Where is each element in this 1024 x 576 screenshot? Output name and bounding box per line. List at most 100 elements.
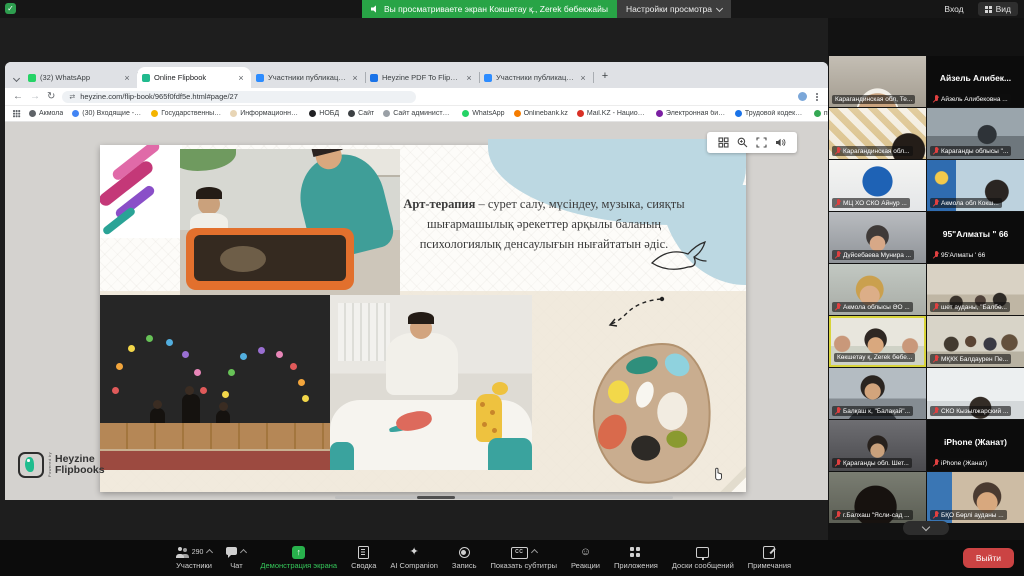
bookmark-label: Акмола	[39, 110, 63, 117]
view-button[interactable]: Вид	[978, 2, 1018, 16]
back-icon[interactable]: ←	[13, 88, 23, 105]
toolbar-button[interactable]: Доски сообщений	[665, 540, 741, 576]
participant-tile[interactable]: МЦ ХО СКО Айнур ...	[829, 160, 926, 211]
toolbar-center-group: 290 Участники Чат	[169, 540, 798, 576]
participant-tile[interactable]: Акмола обл Кокш...	[927, 160, 1024, 211]
participant-center-name: iPhone (Жанат)	[927, 420, 1024, 463]
horizontal-scrollbar[interactable]	[335, 496, 673, 499]
participant-name: Карагандинская обл...	[843, 148, 910, 155]
chevron-up-icon[interactable]	[531, 549, 538, 556]
participant-tile[interactable]: Айзель Алибек... Айзель Алибековна ...	[927, 56, 1024, 107]
tab-close-icon[interactable]	[236, 73, 246, 83]
toolbar-icon	[459, 547, 470, 558]
screen-share-banner-cluster: Вы просматриваете экран Кокшетау қ., Zer…	[362, 0, 731, 18]
toolbar-icon	[511, 547, 528, 559]
participant-tile[interactable]: iPhone (Жанат) iPhone (Жанат)	[927, 420, 1024, 471]
toolbar-icon	[358, 546, 369, 559]
toolbar-button[interactable]: Демонстрация экрана	[253, 540, 344, 576]
chevron-up-icon[interactable]	[240, 549, 247, 556]
bookmark-item[interactable]: Трудовой кодекс К...	[735, 110, 805, 117]
toolbar-button[interactable]: Реакции	[564, 540, 607, 576]
tab-favicon	[28, 74, 36, 82]
tab-close-icon[interactable]	[464, 73, 474, 83]
browser-tab[interactable]: Online Flipbook	[137, 67, 251, 88]
browser-menu-icon[interactable]	[816, 96, 818, 98]
leave-meeting-button[interactable]: Выйти	[963, 548, 1014, 568]
new-tab-button[interactable]	[597, 69, 613, 85]
bookmark-item[interactable]: Сайт	[348, 110, 374, 117]
view-settings-button[interactable]: Настройки просмотра	[617, 0, 731, 18]
participant-tile[interactable]: г.Балхаш "Ясли-сад ...	[829, 472, 926, 523]
participant-tile[interactable]: БҚО Бөрлі ауданы ...	[927, 472, 1024, 523]
bookmark-item[interactable]: Информационная к...	[230, 110, 300, 117]
sound-icon[interactable]	[775, 137, 786, 148]
tab-search-chevron-icon[interactable]	[9, 68, 23, 88]
zoom-shield-icon: ✓	[5, 3, 16, 14]
toolbar-button[interactable]: Запись	[445, 540, 484, 576]
participant-tile[interactable]: Карагандинская обл, Те...	[829, 56, 926, 107]
login-button[interactable]: Вход	[938, 2, 969, 16]
bookmark-item[interactable]: Государственные з...	[151, 110, 221, 117]
profile-avatar[interactable]	[798, 92, 807, 101]
participant-tile[interactable]: 95"Алматы " 66 95'Алматы ' 66	[927, 212, 1024, 263]
participant-tile[interactable]: Қараганды обл. Шет...	[829, 420, 926, 471]
toolbar-button[interactable]: Примечания	[741, 540, 798, 576]
browser-tab[interactable]: Участники публикации - Zoom	[251, 67, 365, 88]
browser-tab[interactable]: Участники публикации - Zoom	[479, 67, 593, 88]
bookmark-item[interactable]: WhatsApp	[462, 110, 504, 117]
chevron-up-icon[interactable]	[206, 549, 213, 556]
fullscreen-icon[interactable]	[756, 137, 767, 148]
participant-tile[interactable]: Карагандинская обл...	[829, 108, 926, 159]
bookmark-item[interactable]: Сайт администрир...	[383, 110, 453, 117]
toolbar-icon	[176, 547, 189, 558]
browser-tab[interactable]: (32) WhatsApp	[23, 67, 137, 88]
participant-tile[interactable]: Балқаш к, "Балақай"...	[829, 368, 926, 419]
participant-tile[interactable]: Дүйсебаева Мунира ...	[829, 212, 926, 263]
flipbook-page[interactable]: Арт-терапия – сурет салу, мүсіндеу, музы…	[100, 145, 746, 492]
bookmark-item[interactable]: Электронная бирж...	[656, 110, 726, 117]
participant-tile[interactable]: шет ауданы, "Балбө...	[927, 264, 1024, 315]
reload-icon[interactable]: ↻	[47, 88, 55, 105]
tab-title: Участники публикации - Zoom	[268, 73, 346, 82]
participant-name: Айзель Алибековна ...	[941, 96, 1008, 103]
bookmark-favicon	[735, 110, 742, 117]
tab-close-icon[interactable]	[350, 73, 360, 83]
bookmark-item[interactable]: (30) Входящие - По...	[72, 110, 142, 117]
zoom-in-icon[interactable]	[737, 137, 748, 148]
participant-tile[interactable]: МҚКК Балдаурен Пе...	[927, 316, 1024, 367]
bookmark-item[interactable]: Onlinebank.kz	[514, 110, 568, 117]
bookmark-favicon	[814, 110, 821, 117]
site-settings-icon[interactable]	[69, 93, 75, 101]
bookmark-item[interactable]: Mail.KZ - Национал...	[577, 110, 647, 117]
mic-muted-icon	[933, 355, 939, 363]
toolbar-button[interactable]: Сводка	[344, 540, 383, 576]
toolbar-button[interactable]: Показать субтитры	[484, 540, 564, 576]
toolbar-label: AI Companion	[390, 561, 438, 570]
toolbar-button[interactable]: 290 Участники	[169, 540, 220, 576]
participant-tile[interactable]: Акмола облысы ӘО ...	[829, 264, 926, 315]
browser-navbar: ← → ↻ heyzine.com/flip-book/965f0fdf5e.h…	[5, 88, 828, 106]
bookmark-item[interactable]: НОБД	[309, 110, 339, 117]
dashed-arrow-doodle-icon	[605, 293, 667, 333]
bookmark-item[interactable]: Акмола	[29, 110, 63, 117]
heyzine-logo[interactable]: Powered by Heyzine Flipbooks	[18, 452, 105, 478]
toolbar-button[interactable]: Приложения	[607, 540, 665, 576]
mic-muted-icon	[835, 147, 841, 155]
pages-grid-icon[interactable]	[718, 137, 729, 148]
bookmark-item[interactable]: переводчик рус ка...	[814, 110, 828, 117]
participant-tile[interactable]: Көкшетау қ, Zerek бөбе...	[829, 316, 926, 367]
toolbar-button[interactable]: AI Companion	[383, 540, 445, 576]
browser-tab[interactable]: Heyzine PDF To Flipbook - Onl	[365, 67, 479, 88]
scrollbar-thumb[interactable]	[417, 496, 455, 499]
tab-close-icon[interactable]	[578, 73, 588, 83]
participant-tile[interactable]: Караганды облысы "...	[927, 108, 1024, 159]
url-bar[interactable]: heyzine.com/flip-book/965f0fdf5e.html#pa…	[62, 91, 416, 103]
view-button-label: Вид	[996, 4, 1011, 14]
url-text: heyzine.com/flip-book/965f0fdf5e.html#pa…	[80, 92, 238, 101]
scroll-participants-down-button[interactable]	[903, 521, 949, 535]
forward-icon[interactable]: →	[30, 88, 40, 105]
tab-close-icon[interactable]	[122, 73, 132, 83]
bookmarks-apps-icon[interactable]	[13, 110, 20, 117]
toolbar-button[interactable]: Чат	[219, 540, 253, 576]
participant-tile[interactable]: СКО Кызылжарский ...	[927, 368, 1024, 419]
